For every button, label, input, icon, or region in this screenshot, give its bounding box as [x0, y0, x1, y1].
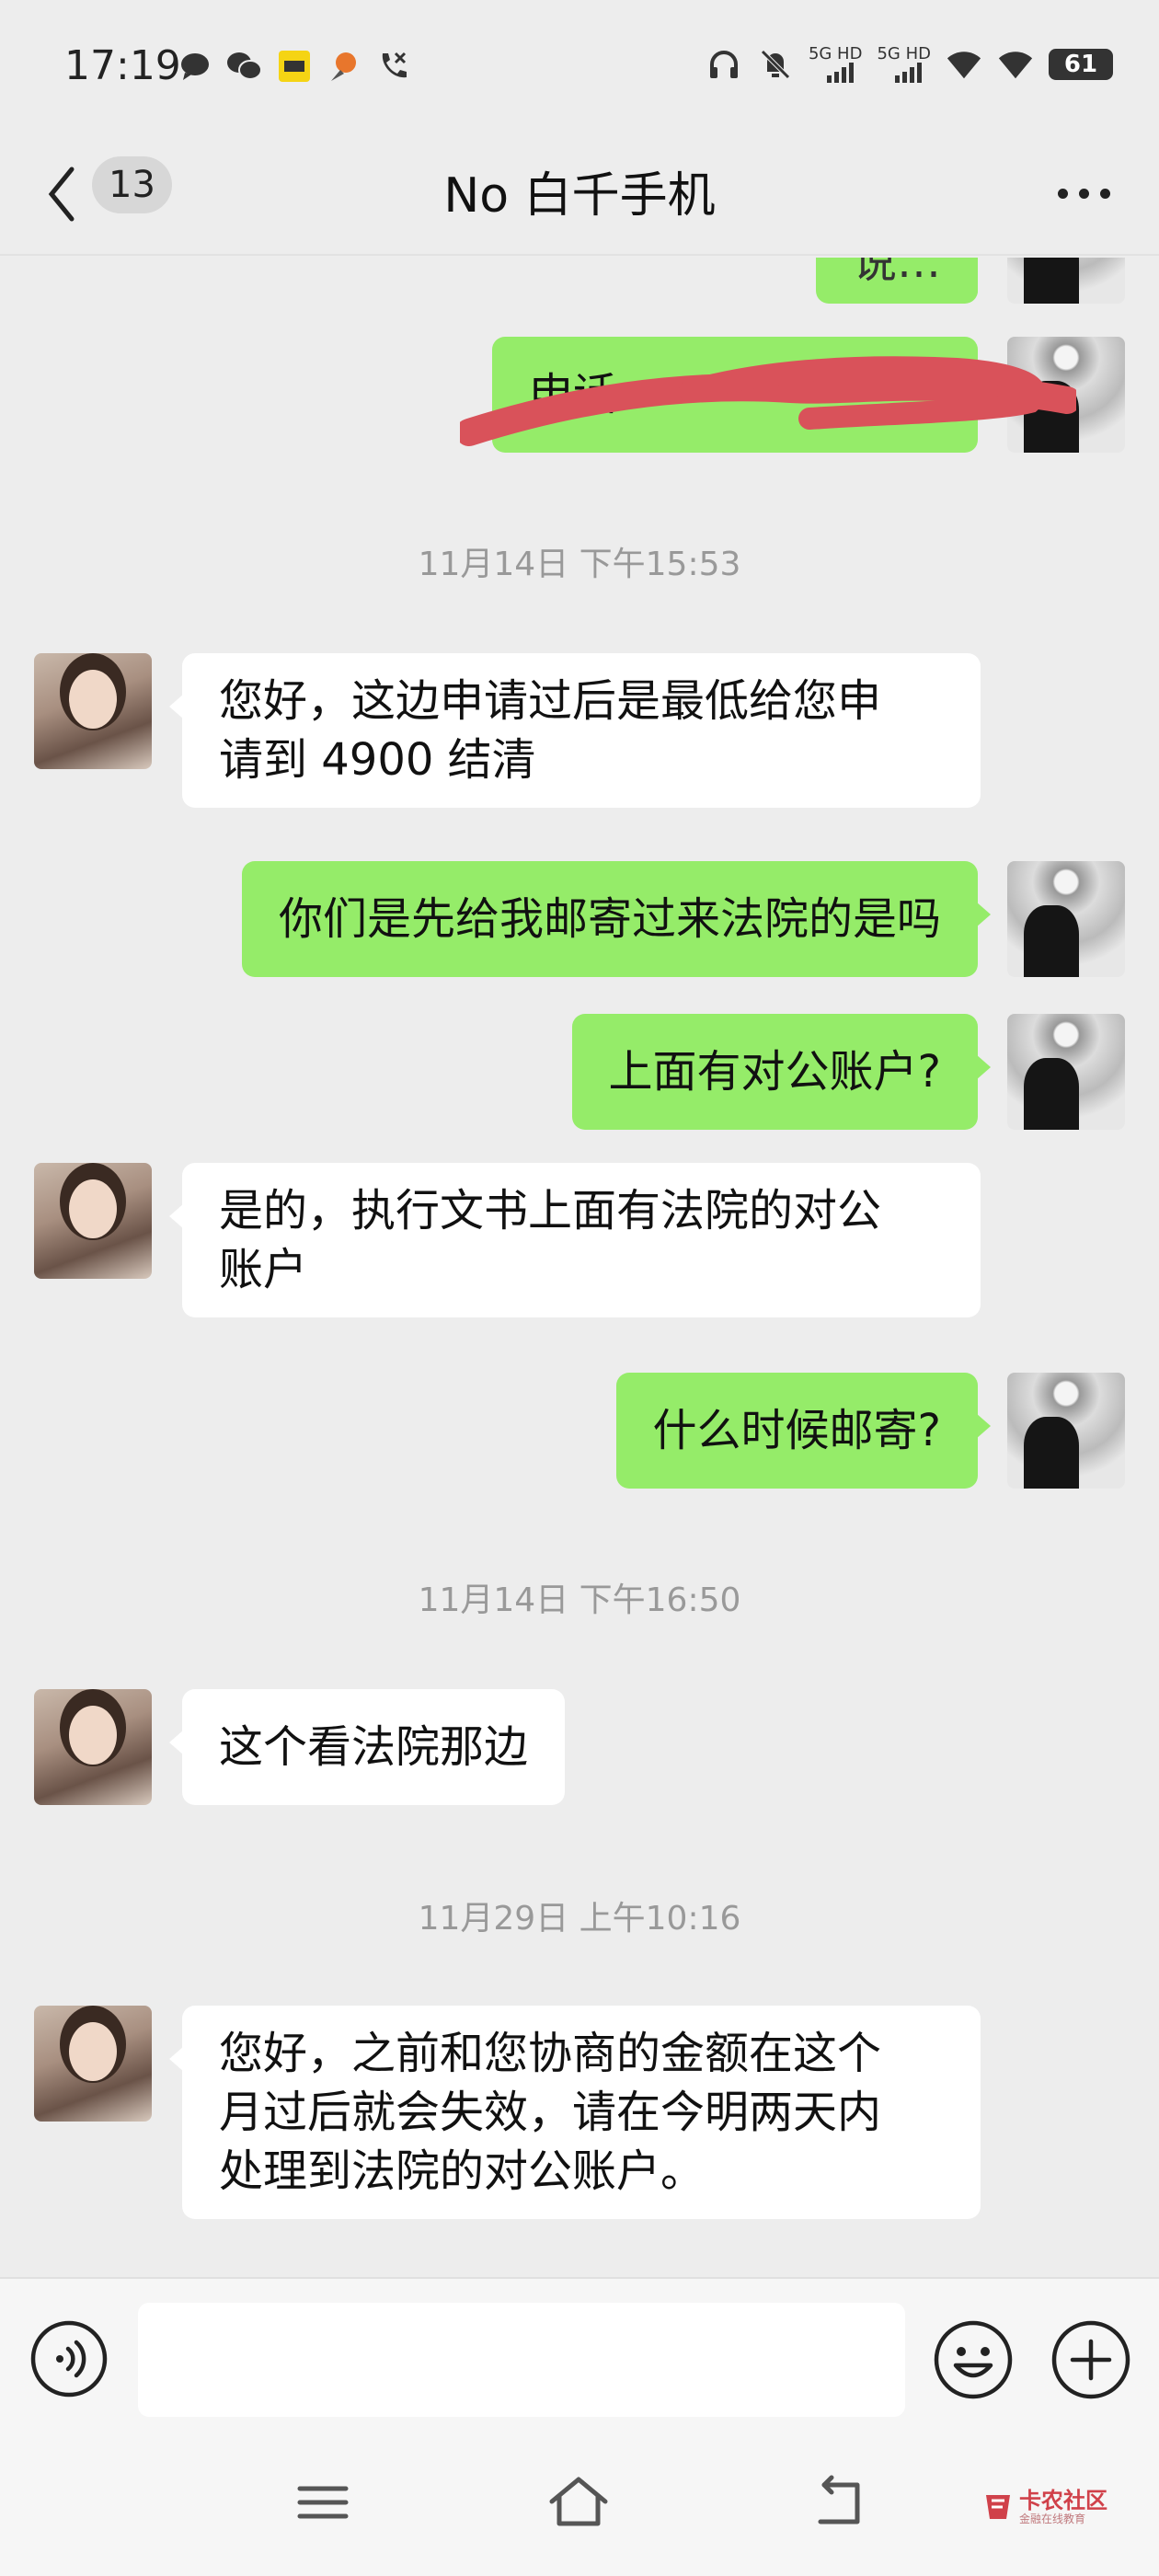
- smiley-icon: [934, 2320, 1013, 2399]
- message-text: 什么时候邮寄?: [652, 1405, 941, 1456]
- message-bubble-self[interactable]: 你们是先给我邮寄过来法院的是吗: [241, 861, 992, 977]
- message-text: 上面有对公账户?: [608, 1046, 941, 1098]
- message-line: 请到 4900 结清: [219, 734, 536, 786]
- message-bubble-self[interactable]: 上面有对公账户?: [571, 1014, 992, 1130]
- message-row-other: 是的，执行文书上面有法院的对公 账户: [0, 1163, 1159, 1338]
- message-bubble-self[interactable]: 申话: [492, 337, 991, 453]
- message-row-self: 说…: [0, 258, 1159, 304]
- nav-back-button[interactable]: [806, 2470, 870, 2535]
- avatar-contact[interactable]: [34, 653, 152, 769]
- signal-2: 5G HD: [877, 46, 931, 83]
- message-text: 你们是先给我邮寄过来法院的是吗: [278, 893, 941, 945]
- headphones-icon: [706, 46, 742, 83]
- voice-icon: [30, 2320, 108, 2398]
- message-line: 是的，执行文书上面有法院的对公: [219, 1185, 882, 1236]
- message-bubble-self[interactable]: 什么时候邮寄?: [615, 1373, 992, 1489]
- wifi-icon-2: [997, 46, 1034, 83]
- avatar-self[interactable]: [1007, 337, 1125, 453]
- chat-message-list[interactable]: 说… 申话 11月14日 下午15:53 您好，这边申请过后是最低给您申 请到 …: [0, 258, 1159, 2277]
- message-text: 申话: [529, 369, 618, 420]
- message-input[interactable]: [138, 2303, 905, 2417]
- watermark-subtitle: 金融在线教育: [1019, 2513, 1086, 2525]
- timestamp: 11月29日 上午10:16: [418, 1900, 741, 1938]
- wechat-icon: [226, 48, 263, 85]
- avatar-contact[interactable]: [34, 1689, 152, 1805]
- watermark-logo-icon: [986, 2495, 1010, 2519]
- message-row-other: 您好，这边申请过后是最低给您申 请到 4900 结清: [0, 653, 1159, 828]
- more-dot-icon: [1078, 188, 1089, 199]
- system-navigation-bar: 卡农社区 金融在线教育: [0, 2433, 1159, 2576]
- avatar-self[interactable]: [1007, 1014, 1125, 1130]
- nav-home-button[interactable]: [546, 2470, 611, 2535]
- message-row-self: 你们是先给我邮寄过来法院的是吗: [0, 861, 1159, 979]
- wifi-icon: [946, 46, 982, 83]
- nav-menu-button[interactable]: [291, 2470, 355, 2535]
- message-bubble-other[interactable]: 是的，执行文书上面有法院的对公 账户: [169, 1163, 981, 1317]
- watermark-title: 卡农社区: [1019, 2488, 1107, 2513]
- missed-call-icon: [375, 48, 412, 85]
- more-functions-button[interactable]: [1050, 2319, 1131, 2400]
- avatar-self[interactable]: [1007, 258, 1125, 304]
- message-line: 您好，之前和您协商的金额在这个: [219, 2028, 882, 2079]
- avatar-contact[interactable]: [34, 2006, 152, 2122]
- avatar-self[interactable]: [1007, 861, 1125, 977]
- message-bubble-other[interactable]: 您好，这边申请过后是最低给您申 请到 4900 结清: [169, 653, 981, 808]
- message-text: 这个看法院那边: [219, 1721, 529, 1773]
- message-icon: [177, 48, 213, 85]
- more-dot-icon: [1099, 188, 1110, 199]
- chat-title: No 白千手机: [443, 168, 716, 224]
- signal-1: 5G HD: [809, 46, 862, 83]
- message-row-self: 申话: [0, 337, 1159, 456]
- plus-circle-icon: [1051, 2320, 1130, 2399]
- timestamp: 11月14日 下午15:53: [418, 546, 741, 583]
- back-arrow-icon: [818, 2475, 860, 2524]
- message-row-self: 上面有对公账户?: [0, 1014, 1159, 1132]
- message-row-other: 这个看法院那边: [0, 1689, 1159, 1807]
- menu-icon: [297, 2486, 349, 2519]
- message-bubble-other[interactable]: 这个看法院那边: [168, 1689, 566, 1805]
- app-yellow-icon: [276, 48, 313, 85]
- watermark: 卡农社区 金融在线教育: [982, 2489, 1107, 2525]
- notification-icons: [177, 48, 412, 85]
- more-dot-icon: [1057, 188, 1068, 199]
- avatar-contact[interactable]: [34, 1163, 152, 1279]
- mute-bell-icon: [757, 46, 794, 83]
- system-icons: 5G HD 5G HD 61: [706, 46, 1113, 83]
- home-icon: [549, 2477, 608, 2526]
- avatar-self[interactable]: [1007, 1373, 1125, 1489]
- message-line: 您好，这边申请过后是最低给您申: [219, 675, 882, 727]
- message-line: 处理到法院的对公账户。: [219, 2145, 706, 2197]
- message-bubble-other[interactable]: 您好，之前和您协商的金额在这个 月过后就会失效，请在今明两天内 处理到法院的对公…: [169, 2006, 981, 2219]
- message-row-other: 您好，之前和您协商的金额在这个 月过后就会失效，请在今明两天内 处理到法院的对公…: [0, 2006, 1159, 2245]
- chat-header: 13 No 白千手机: [0, 138, 1159, 256]
- input-bar: [0, 2277, 1159, 2433]
- app-orange-icon: [326, 48, 362, 85]
- voice-input-button[interactable]: [29, 2319, 109, 2398]
- message-line: 账户: [219, 1244, 308, 1295]
- message-row-self: 什么时候邮寄?: [0, 1373, 1159, 1490]
- status-time: 17:19: [64, 42, 181, 89]
- message-text: 说…: [852, 258, 941, 288]
- battery-indicator: 61: [1049, 49, 1113, 80]
- emoji-button[interactable]: [933, 2319, 1014, 2400]
- message-line: 月过后就会失效，请在今明两天内: [219, 2087, 882, 2138]
- status-bar: 17:19 5G HD 5G HD 61: [0, 0, 1159, 138]
- more-options-button[interactable]: [1047, 166, 1120, 221]
- timestamp: 11月14日 下午16:50: [418, 1581, 741, 1619]
- message-bubble-self[interactable]: 说…: [815, 258, 978, 304]
